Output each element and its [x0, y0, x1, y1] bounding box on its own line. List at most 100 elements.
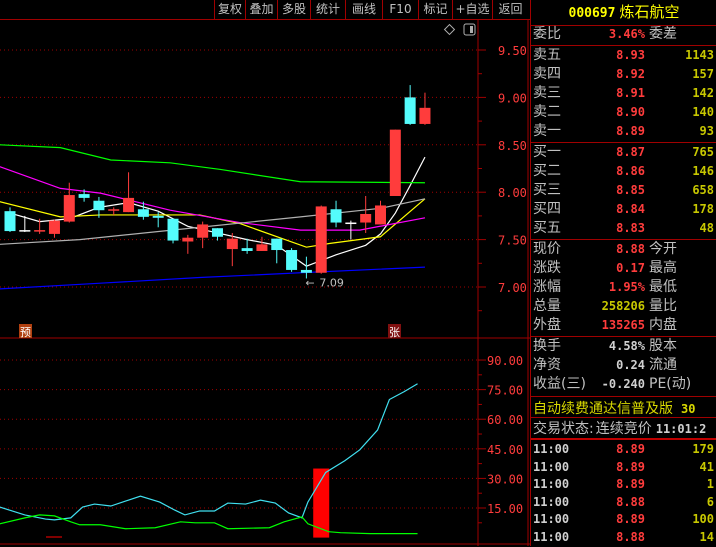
ask-volume: 157 [692, 67, 714, 81]
promo-extra: 30 [681, 402, 696, 416]
bid-volume: 658 [692, 183, 714, 197]
candle-body [330, 209, 342, 223]
fund-label: 换手 [533, 338, 561, 354]
promo-banner[interactable]: 自动续费通达信普及版 30 [533, 398, 695, 418]
candle-body [345, 222, 357, 225]
trade-status: 交易状态: 连续竞价 11:01:2 [533, 418, 706, 438]
bid-volume: 765 [692, 145, 714, 159]
price-tick-label: 7.00 [498, 281, 527, 295]
forecast-marker: 预 [20, 326, 31, 339]
ask-label: 卖一 [533, 123, 561, 139]
tick-time: 11:00 [533, 512, 570, 527]
kline-chart[interactable]: 9.50 9.00 8.50 8.00 7.50 7.00 90.00 75.00 60.00 4… [0, 0, 530, 546]
ask-volume: 1143 [685, 48, 714, 62]
status-label: 交易状态: [533, 421, 594, 437]
tick-volume: 1 [706, 477, 714, 492]
tick-row: 11:00 8.88 6 [531, 493, 716, 512]
candle-body [108, 209, 120, 211]
quote-value: 258206 [601, 299, 645, 313]
ask-label: 卖三 [533, 85, 561, 101]
quote-label: 外盘 [533, 317, 561, 333]
panel-toggle-icon-fill [470, 26, 473, 33]
tick-row: 11:00 8.89 1 [531, 475, 716, 494]
ask-volume: 140 [692, 105, 714, 119]
quote-label-2: 最高 [649, 260, 677, 276]
indicator-tick-label: 60.00 [487, 413, 523, 427]
quote-value: 8.88 [616, 242, 645, 256]
candle-body [211, 228, 223, 237]
quote-row: 总量 258206 量比 [531, 297, 716, 316]
weibi-label: 委比 [533, 26, 561, 42]
fund-label: 收益(三) [533, 376, 586, 392]
ask-row: 卖一 8.89 93 [531, 122, 716, 141]
diamond-icon[interactable] [443, 23, 456, 36]
candle-body [152, 215, 164, 218]
bid-label: 买一 [533, 144, 561, 160]
indicator-line-green [0, 514, 418, 535]
candle-body [123, 197, 135, 213]
candle-body [63, 195, 75, 222]
tick-time: 11:00 [533, 442, 570, 456]
candle-body [375, 205, 386, 225]
price-tick-label: 9.50 [498, 44, 527, 58]
tick-volume: 14 [699, 530, 714, 544]
candle-body [315, 206, 327, 273]
candle-body [167, 218, 179, 241]
indicator-tick-label: 15.00 [487, 502, 523, 516]
ask-price: 8.90 [616, 105, 645, 119]
indicator-line-cyan [0, 383, 418, 521]
panel-toggle-icon[interactable] [463, 23, 476, 36]
quote-label-2: 最低 [649, 279, 677, 295]
candle-body [182, 237, 194, 242]
ask-volume: 142 [692, 86, 714, 100]
candle-body [419, 107, 431, 124]
stock-title: 000697 炼石航空 [531, 0, 716, 25]
candle-body [286, 250, 298, 270]
tick-volume: 6 [706, 494, 714, 509]
ask-price: 8.92 [616, 67, 645, 81]
tick-time: 11:00 [533, 477, 570, 492]
tick-time: 11:00 [533, 530, 570, 544]
tick-price: 8.89 [616, 442, 645, 456]
price-tick-label: 7.50 [498, 234, 527, 248]
bid-price: 8.84 [616, 202, 645, 216]
bid-volume: 146 [692, 164, 714, 178]
stock-name: 炼石航空 [619, 3, 680, 21]
candle-body [4, 211, 16, 232]
status-value: 连续竞价 [595, 421, 652, 437]
fund-value: 0.24 [616, 358, 645, 372]
quote-label-2: 内盘 [649, 317, 677, 333]
quote-value: 0.17 [616, 261, 645, 275]
candle-body [34, 230, 46, 232]
candle-body [271, 238, 283, 251]
candle-body [360, 214, 372, 223]
ask-volume: 93 [699, 124, 714, 138]
bid-price: 8.86 [616, 164, 645, 178]
candle-body [197, 224, 209, 238]
quote-panel: 000697 炼石航空 委比 3.46% 委差 卖五 8.93 1143 卖四 8.92 1… [530, 0, 716, 546]
price-tick-label: 8.50 [498, 139, 527, 153]
tick-row: 11:00 8.89 179 [531, 440, 716, 459]
tick-time: 11:00 [533, 494, 570, 509]
candle-body [137, 209, 149, 217]
fund-label-2: 流通 [649, 357, 677, 373]
candle-body [404, 97, 416, 124]
fund-value: -0.240 [601, 377, 645, 391]
quote-label: 现价 [533, 241, 561, 257]
bid-label: 买五 [533, 220, 561, 236]
low-price-label: 7.09 [319, 276, 344, 289]
quote-value: 1.95% [608, 280, 645, 294]
quote-label-2: 今开 [649, 241, 677, 257]
fund-row: 换手 4.58% 股本 [531, 337, 716, 356]
tick-price: 8.89 [616, 512, 645, 527]
ask-row: 卖二 8.90 140 [531, 103, 716, 122]
indicator-tick-label: 75.00 [487, 384, 523, 398]
quote-row: 外盘 135265 内盘 [531, 316, 716, 335]
quote-label: 涨跌 [533, 260, 561, 276]
quote-row: 涨幅 1.95% 最低 [531, 278, 716, 297]
price-tick-label: 9.00 [498, 91, 527, 105]
weibi-row: 委比 3.46% 委差 [531, 25, 716, 44]
divider [531, 396, 716, 397]
ask-row: 卖四 8.92 157 [531, 65, 716, 84]
ask-price: 8.89 [616, 124, 645, 138]
